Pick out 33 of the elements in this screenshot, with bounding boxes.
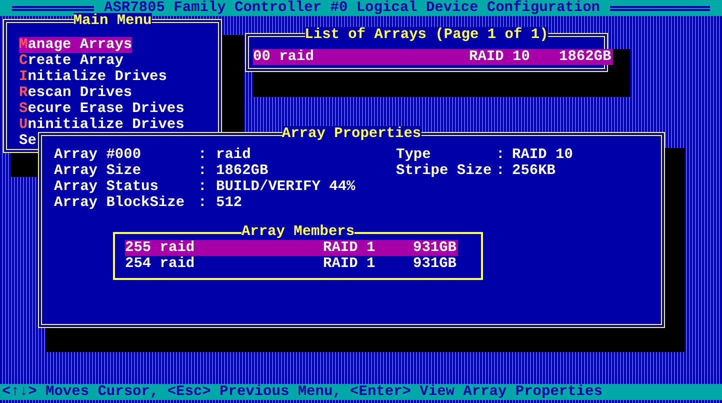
window-title: Array Properties [282,126,422,142]
menu-item[interactable]: Uninitialize Drives [19,117,184,133]
colon-separator: : [198,147,208,163]
colon-separator: : [198,179,208,195]
menu-item[interactable]: Initialize Drives [19,69,167,85]
colon-separator: : [198,195,208,211]
field-label: Stripe Size [396,163,493,179]
field-value: RAID 10 [512,147,573,163]
title-text: ASR7805 Family Controller #0 Logical Device Configuration [104,0,600,16]
menu-item[interactable]: Manage Arrays [19,37,132,53]
member-row[interactable]: 255 raid RAID 1 931GB [125,240,458,256]
menu-item[interactable]: Secure Erase Drives [19,101,184,117]
menu-item[interactable]: Se [19,133,36,149]
field-value: 1862GB [216,163,268,179]
status-text: <↑↓> Moves Cursor, <Esc> Previous Menu, <Enter> View Array Properties [2,384,602,400]
menu-item[interactable]: Rescan Drives [19,85,132,101]
array-row[interactable]: 00 raid RAID 10 1862GB [253,49,613,65]
field-label: Array Size [54,163,142,179]
member-row[interactable]: 254 raid RAID 1 931GB [125,256,458,272]
field-value: 512 [216,195,242,211]
field-label: Array BlockSize [54,195,186,211]
field-label: Type [396,147,432,163]
window-title: Array Members [241,224,355,240]
field-value: BUILD/VERIFY 44% [216,179,356,195]
field-label: Array Status [54,179,160,195]
colon-separator: : [496,147,506,163]
colon-separator: : [198,163,208,179]
field-label: Array #000 [54,147,142,163]
colon-separator: : [496,163,506,179]
window-title: List of Arrays (Page 1 of 1) [304,27,548,43]
field-value: 256KB [512,163,556,179]
field-value: raid [216,147,251,163]
menu-item[interactable]: Create Array [19,53,124,69]
